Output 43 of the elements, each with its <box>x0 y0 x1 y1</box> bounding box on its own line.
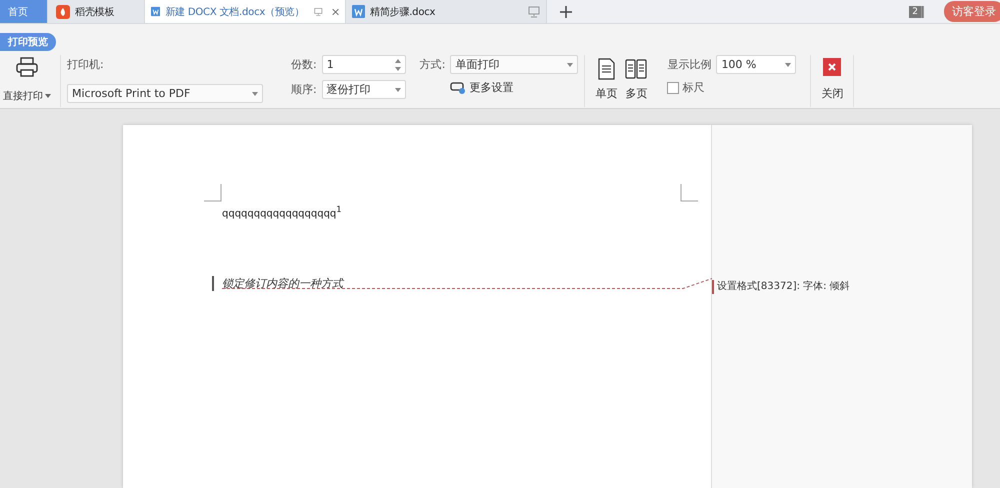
tab[interactable]: 精简步骤.docx <box>346 0 547 23</box>
document-text: qqqqqqqqqqqqqqqqqq$^{1}$ <box>222 204 343 220</box>
template-logo-icon <box>56 4 70 18</box>
revision-comment: 设置格式[83372]: 字体: 倾斜 <box>712 280 972 294</box>
monitor-icon <box>528 6 540 18</box>
close-preview-button[interactable]: 关闭 <box>817 55 848 107</box>
zoom-dropdown[interactable]: 100 % <box>716 55 796 74</box>
tab[interactable]: 新建 DOCX 文档.docx（预览） <box>145 0 346 23</box>
caret-icon <box>567 62 574 66</box>
close-icon <box>332 6 340 16</box>
copies-label: 份数: <box>291 57 317 72</box>
caret-icon <box>45 94 51 98</box>
printer-dropdown[interactable]: Microsoft Print to PDF <box>67 84 263 103</box>
direct-print-button[interactable]: 直接打印 <box>0 55 54 107</box>
document-icon <box>352 5 365 18</box>
zoom-label: 显示比例 <box>667 57 712 72</box>
method-label: 方式: <box>420 57 446 72</box>
printer-label: 打印机: <box>67 57 105 72</box>
method-dropdown[interactable]: 单面打印 <box>450 55 578 74</box>
more-settings-button[interactable]: 更多设置 <box>450 80 578 95</box>
mode-label: 打印预览 <box>0 33 56 51</box>
printer-settings-icon <box>450 80 466 94</box>
caret-icon <box>785 62 792 66</box>
spinner-arrows-icon <box>394 58 401 70</box>
tab[interactable]: 稻壳模板 <box>48 0 145 23</box>
revised-text: 锁定修订内容的一种方式 <box>212 276 343 292</box>
copies-spinner[interactable]: 1 <box>322 55 406 74</box>
printer-icon <box>16 57 38 77</box>
plus-icon <box>560 6 572 18</box>
caret-icon <box>394 88 401 92</box>
document-icon <box>151 5 160 18</box>
order-dropdown[interactable]: 逐份打印 <box>322 80 406 99</box>
corner-mark-icon <box>680 184 698 202</box>
caret-icon <box>252 92 258 96</box>
order-label: 顺序: <box>291 82 317 97</box>
two-pages-icon <box>625 58 648 80</box>
ruler-checkbox[interactable]: 标尺 <box>667 80 712 95</box>
multi-page-button[interactable]: 多页 <box>621 55 652 107</box>
close-icon <box>823 58 842 76</box>
single-page-button[interactable]: 单页 <box>591 55 622 107</box>
monitor-icon <box>314 6 323 18</box>
window-count-badge[interactable]: 2 <box>909 6 924 18</box>
corner-mark-icon <box>204 184 222 202</box>
